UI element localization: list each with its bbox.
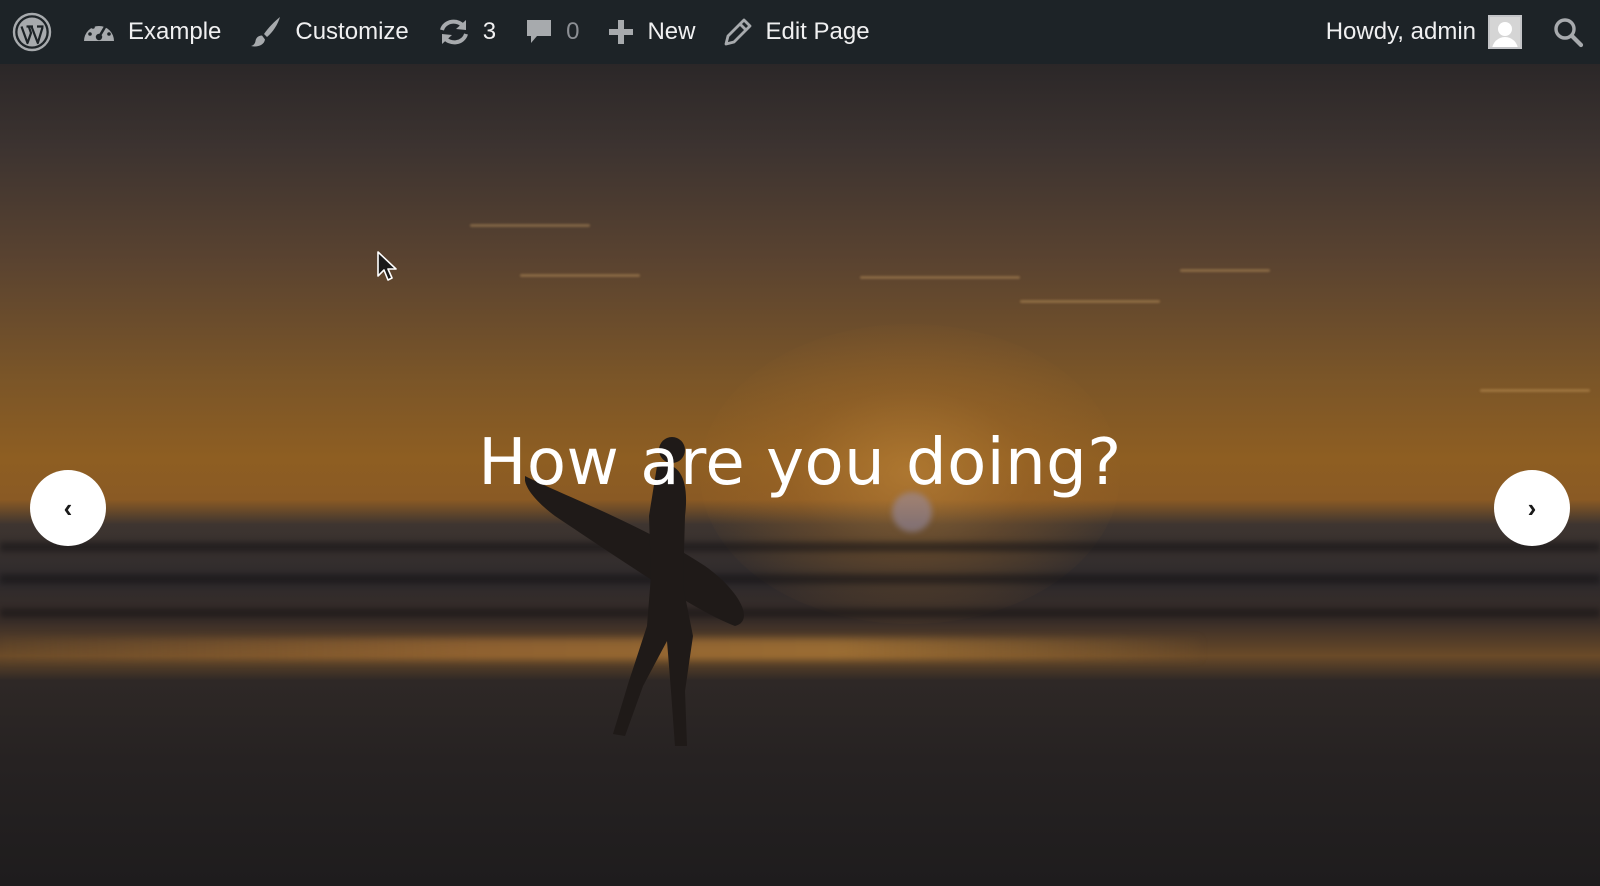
avatar-icon [1488, 15, 1522, 49]
chevron-left-icon: ‹ [63, 492, 73, 523]
site-name-label: Example [128, 18, 222, 45]
hero-slider: How are you doing? ‹ › [0, 64, 1600, 886]
brush-icon [249, 15, 283, 49]
chevron-right-icon: › [1527, 492, 1537, 523]
cloud-streak [470, 224, 590, 227]
pencil-icon [723, 17, 753, 47]
dashboard-icon [82, 17, 116, 47]
my-account-menu[interactable]: Howdy, admin [1312, 0, 1540, 64]
edit-page-label: Edit Page [765, 18, 870, 45]
updates-icon [437, 17, 471, 47]
hero-title: How are you doing? [478, 426, 1122, 500]
comments-count: 0 [566, 18, 580, 45]
new-content-menu[interactable]: New [593, 0, 709, 64]
edit-page-link[interactable]: Edit Page [709, 0, 883, 64]
site-name-menu[interactable]: Example [68, 0, 235, 64]
cloud-streak [1480, 389, 1590, 392]
wave-line [0, 608, 1600, 618]
search-icon [1552, 16, 1584, 48]
updates-link[interactable]: 3 [423, 0, 510, 64]
cloud-streak [860, 276, 1020, 279]
cloud-streak [1020, 300, 1160, 303]
updates-count: 3 [482, 18, 497, 45]
cloud-streak [1180, 269, 1270, 272]
plus-icon [607, 18, 635, 46]
customize-link[interactable]: Customize [235, 0, 422, 64]
slider-next-button[interactable]: › [1494, 470, 1570, 546]
wave-line [0, 574, 1600, 584]
admin-search-button[interactable] [1540, 0, 1600, 64]
mouse-pointer-icon [377, 251, 397, 281]
wave-line [0, 542, 1600, 552]
slider-prev-button[interactable]: ‹ [30, 470, 106, 546]
admin-bar: Example Customize 3 0 New Edit Page Howd… [0, 0, 1600, 64]
new-label: New [647, 18, 696, 45]
comment-icon [524, 17, 554, 47]
comments-link[interactable]: 0 [510, 0, 593, 64]
customize-label: Customize [295, 18, 409, 45]
wordpress-menu[interactable] [0, 0, 68, 64]
wordpress-logo-icon [12, 12, 52, 52]
howdy-label: Howdy, admin [1325, 18, 1476, 45]
cloud-streak [520, 274, 640, 277]
